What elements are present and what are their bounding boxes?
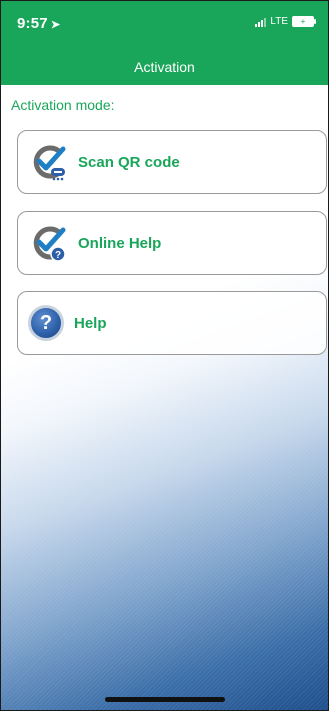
help-label: Help bbox=[74, 314, 107, 332]
location-arrow-icon: ➤ bbox=[50, 19, 61, 31]
help-question-glyph: ? bbox=[39, 311, 53, 334]
status-bar: 9:57 ➤ LTE + bbox=[1, 1, 328, 49]
phone-screen: 9:57 ➤ LTE + Activation Activation mode: … bbox=[0, 0, 329, 711]
help-question-icon: ? bbox=[28, 305, 64, 341]
online-help-check-icon: ? bbox=[30, 224, 68, 262]
page-title: Activation bbox=[134, 59, 195, 75]
online-help-button[interactable]: ? Online Help bbox=[17, 211, 327, 275]
svg-text:?: ? bbox=[55, 250, 61, 261]
scan-qr-check-icon bbox=[30, 143, 68, 181]
scan-qr-button[interactable]: Scan QR code bbox=[17, 130, 327, 194]
time-text: 9:57 bbox=[17, 15, 48, 32]
status-time: 9:57 ➤ bbox=[17, 15, 60, 32]
nav-bar: Activation bbox=[1, 49, 328, 85]
carrier-label: LTE bbox=[270, 16, 288, 27]
system-indicators: LTE + bbox=[255, 16, 316, 27]
signal-icon bbox=[255, 17, 267, 27]
home-indicator[interactable] bbox=[104, 697, 225, 702]
battery-icon: + bbox=[292, 16, 316, 27]
help-button[interactable]: ? Help bbox=[17, 291, 327, 355]
section-label: Activation mode: bbox=[11, 97, 115, 113]
online-help-label: Online Help bbox=[78, 234, 162, 252]
battery-charging-glyph: + bbox=[300, 17, 306, 26]
scan-qr-label: Scan QR code bbox=[78, 153, 180, 171]
